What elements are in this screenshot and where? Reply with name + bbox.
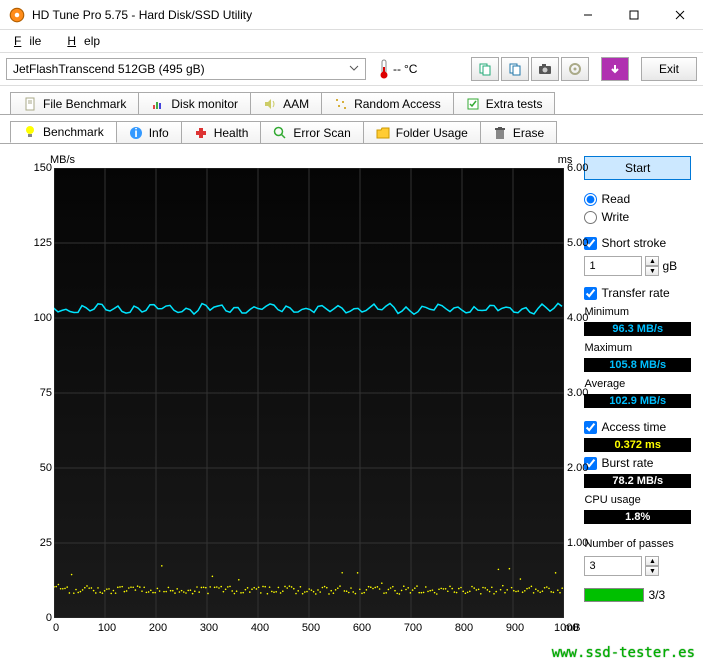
tab-disk-monitor[interactable]: Disk monitor — [138, 92, 251, 114]
bulb-icon — [23, 125, 37, 139]
tab-random-access[interactable]: Random Access — [321, 92, 454, 114]
short-stroke-check[interactable]: Short stroke — [584, 236, 691, 250]
read-radio[interactable]: Read — [584, 192, 691, 206]
exit-button[interactable]: Exit — [641, 57, 697, 81]
num-passes-input[interactable] — [584, 556, 642, 576]
trash-icon — [493, 126, 507, 140]
drive-select[interactable]: JetFlashTranscend 512GB (495 gB) — [6, 58, 366, 80]
close-button[interactable] — [657, 0, 703, 30]
tab-aam[interactable]: AAM — [250, 92, 322, 114]
short-stroke-input[interactable] — [584, 256, 642, 276]
settings-button[interactable] — [561, 57, 589, 81]
benchmark-chart: MB/s ms 1501251007550250 6.005.004.003.0… — [12, 156, 574, 602]
chart-icon — [151, 97, 165, 111]
toolbar: JetFlashTranscend 512GB (495 gB) -- °C E… — [0, 53, 703, 86]
maximum-value: 105.8 MB/s — [584, 358, 691, 372]
y-left-label: MB/s — [50, 154, 75, 166]
drive-select-value: JetFlashTranscend 512GB (495 gB) — [13, 62, 205, 76]
tab-benchmark[interactable]: Benchmark — [10, 121, 117, 143]
speaker-icon — [263, 97, 277, 111]
temp-value: -- — [393, 62, 401, 76]
access-time-value: 0.372 ms — [584, 438, 691, 452]
minimize-button[interactable] — [565, 0, 611, 30]
plus-icon — [194, 126, 208, 140]
num-passes-label: Number of passes — [584, 538, 691, 550]
x-label: mB — [564, 622, 581, 634]
folder-icon — [376, 126, 390, 140]
app-icon — [8, 6, 26, 24]
tab-health[interactable]: Health — [181, 121, 262, 143]
cpu-usage-label: CPU usage — [584, 494, 691, 506]
transfer-rate-check[interactable]: Transfer rate — [584, 286, 691, 300]
checklist-icon — [466, 97, 480, 111]
temp-unit: °C — [404, 62, 417, 76]
cpu-usage-value: 1.8% — [584, 510, 691, 524]
minimum-value: 96.3 MB/s — [584, 322, 691, 336]
tab-extra-tests[interactable]: Extra tests — [453, 92, 556, 114]
tab-erase[interactable]: Erase — [480, 121, 557, 143]
maximize-button[interactable] — [611, 0, 657, 30]
svg-text:i: i — [134, 126, 137, 140]
watermark: www.ssd-tester.es — [552, 645, 695, 661]
file-icon — [23, 97, 37, 111]
copy-screenshot-button[interactable] — [501, 57, 529, 81]
controls-panel: Start Read Write Short stroke ▲▼ gB Tran… — [584, 156, 691, 602]
minimum-label: Minimum — [584, 306, 691, 318]
progress-bar — [584, 588, 644, 602]
window-title: HD Tune Pro 5.75 - Hard Disk/SSD Utility — [32, 8, 565, 22]
short-stroke-unit: gB — [662, 259, 677, 273]
tab-row-top: File Benchmark Disk monitor AAM Random A… — [0, 86, 703, 115]
temperature-display: -- °C — [372, 59, 423, 79]
tab-info[interactable]: i Info — [116, 121, 182, 143]
average-label: Average — [584, 378, 691, 390]
average-value: 102.9 MB/s — [584, 394, 691, 408]
write-radio[interactable]: Write — [584, 210, 691, 224]
copy-info-button[interactable] — [471, 57, 499, 81]
access-time-check[interactable]: Access time — [584, 420, 691, 434]
menu-file[interactable]: File — [6, 32, 57, 50]
num-passes-spinner[interactable]: ▲▼ — [645, 556, 659, 576]
start-button[interactable]: Start — [584, 156, 691, 180]
progress-text: 3/3 — [648, 588, 665, 602]
magnifier-icon — [273, 126, 287, 140]
title-bar: HD Tune Pro 5.75 - Hard Disk/SSD Utility — [0, 0, 703, 30]
tab-folder-usage[interactable]: Folder Usage — [363, 121, 481, 143]
menu-help[interactable]: Help — [59, 32, 116, 50]
thermometer-icon — [378, 59, 390, 79]
burst-rate-value: 78.2 MB/s — [584, 474, 691, 488]
random-icon — [334, 97, 348, 111]
maximum-label: Maximum — [584, 342, 691, 354]
chevron-down-icon — [349, 62, 359, 76]
burst-rate-check[interactable]: Burst rate — [584, 456, 691, 470]
menu-bar: File Help — [0, 30, 703, 53]
tab-row-bottom: Benchmark i Info Health Error Scan Folde… — [0, 115, 703, 144]
tab-error-scan[interactable]: Error Scan — [260, 121, 363, 143]
short-stroke-spinner[interactable]: ▲▼ — [645, 256, 659, 276]
save-button[interactable] — [601, 57, 629, 81]
screenshot-button[interactable] — [531, 57, 559, 81]
tab-file-benchmark[interactable]: File Benchmark — [10, 92, 139, 114]
info-icon: i — [129, 126, 143, 140]
